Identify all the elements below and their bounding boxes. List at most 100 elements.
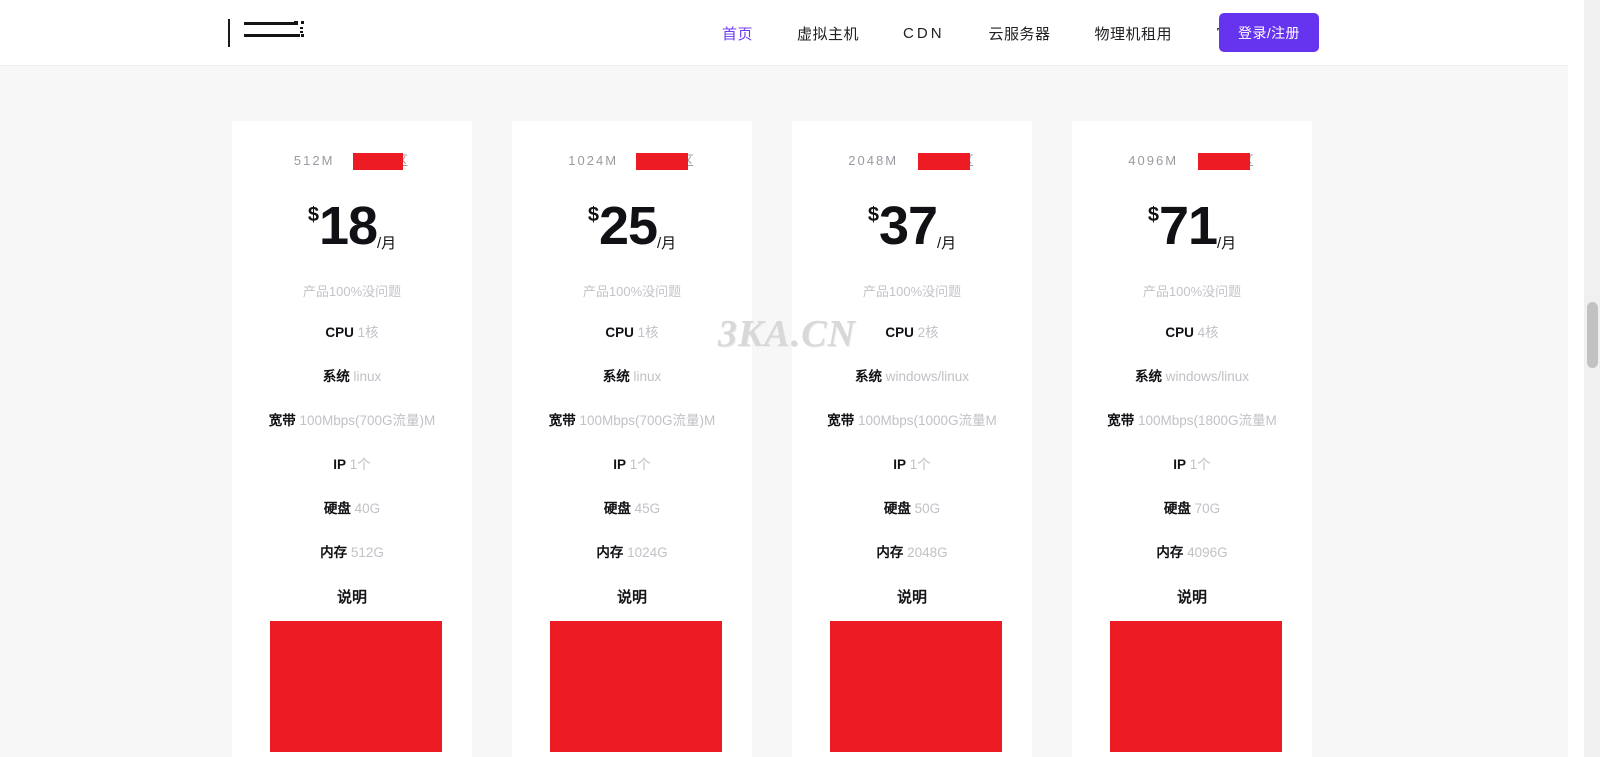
card-description-body: 注意购买前先去后台下单 主机 20 人 [248, 615, 456, 757]
card-spec-row: IP 1个 [1088, 454, 1296, 476]
spec-key: CPU [885, 325, 914, 340]
card-spec-row: 宽带 100Mbps(1000G流量M [808, 410, 1016, 432]
card-spec-row: IP 1个 [248, 454, 456, 476]
site-header: 首页 虚拟主机 CDN 云服务器 物理机租用 官方新闻 登录/注册 [0, 0, 1568, 66]
card-spec-row: IP 1个 [528, 454, 736, 476]
spec-key: CPU [605, 325, 634, 340]
card-spec-row: 系统 windows/linux [808, 366, 1016, 388]
card-spec-row: 宽带 100Mbps(700G流量)M [528, 410, 736, 432]
card-spec-row: CPU 1核 [528, 322, 736, 344]
spec-value: 100Mbps(1800G流量M [1137, 413, 1277, 428]
price-period: /月 [377, 235, 397, 252]
spec-value: 1个 [909, 457, 931, 472]
card-spec-row: CPU 1核 [248, 322, 456, 344]
spec-value: 40G [354, 501, 381, 516]
card-title: 2048MB区 [808, 151, 1016, 171]
card-slogan: 产品100%没问题 [862, 284, 962, 299]
spec-key: IP [1173, 457, 1186, 472]
card-description-body: 注意购买前先去后台下单 主机 20 人 [1088, 615, 1296, 757]
card-spec-row: 系统 linux [248, 366, 456, 388]
card-spec-row: 内存 512G [248, 542, 456, 564]
spec-key: 内存 [1156, 545, 1184, 560]
spec-value: 1核 [357, 325, 379, 340]
card-spec-row: 系统 linux [528, 366, 736, 388]
spec-value: 1024G [627, 545, 668, 560]
page-right-edge [1568, 0, 1584, 757]
card-spec-row: 内存 4096G [1088, 542, 1296, 564]
title-redaction-box [353, 153, 403, 170]
spec-key: 宽带 [827, 413, 855, 428]
card-description-heading: 说明 [336, 589, 367, 606]
card-title-prefix: 1024M [568, 153, 619, 168]
spec-key: 宽带 [548, 413, 576, 428]
spec-key: 内存 [320, 545, 348, 560]
pricing-card[interactable]: 4096MB区 $71/月 产品100%没问题 CPU 4核 系统 window… [1072, 121, 1312, 757]
spec-value: 4核 [1197, 325, 1219, 340]
logo-glyph-icon [244, 18, 306, 48]
spec-key: 系统 [602, 369, 630, 384]
description-redaction-box [1110, 621, 1282, 752]
card-title: 4096MB区 [1088, 151, 1296, 171]
description-redaction-box [270, 621, 442, 752]
spec-value: linux [633, 369, 662, 384]
spec-key: IP [333, 457, 346, 472]
card-spec-list: CPU 4核 系统 windows/linux 宽带 100Mbps(1800G… [1088, 322, 1296, 564]
vertical-scrollbar-thumb[interactable] [1587, 302, 1598, 368]
card-price: $37/月 [808, 199, 1016, 257]
spec-value: 100Mbps(700G流量)M [579, 413, 716, 428]
spec-key: 宽带 [1107, 413, 1135, 428]
pricing-card[interactable]: 1024MB区 $25/月 产品100%没问题 CPU 1核 系统 linux … [512, 121, 752, 757]
nav-item-physical[interactable]: 物理机租用 [1073, 23, 1195, 44]
card-slogan: 产品100%没问题 [302, 284, 402, 299]
spec-value: 1个 [1189, 457, 1211, 472]
pricing-card[interactable]: 2048MB区 $37/月 产品100%没问题 CPU 2核 系统 window… [792, 121, 1032, 757]
card-spec-row: CPU 4核 [1088, 322, 1296, 344]
card-spec-row: 硬盘 40G [248, 498, 456, 520]
spec-value: windows/linux [1165, 369, 1250, 384]
card-description-heading: 说明 [896, 589, 927, 606]
spec-value: 1个 [349, 457, 371, 472]
nav-item-home[interactable]: 首页 [700, 23, 775, 44]
spec-key: CPU [1165, 325, 1194, 340]
card-spec-row: 宽带 100Mbps(700G流量)M [248, 410, 456, 432]
spec-value: 2核 [917, 325, 939, 340]
card-spec-row: 硬盘 50G [808, 498, 1016, 520]
card-title-prefix: 4096M [1128, 153, 1179, 168]
nav-item-vps[interactable]: 虚拟主机 [775, 23, 881, 44]
spec-key: 硬盘 [1163, 501, 1191, 516]
title-redaction-box [636, 153, 688, 170]
spec-key: 系统 [322, 369, 350, 384]
price-amount: 71 [1158, 196, 1218, 256]
spec-key: 硬盘 [603, 501, 631, 516]
card-slogan: 产品100%没问题 [1142, 284, 1242, 299]
title-redaction-box [1198, 153, 1250, 170]
nav-item-cdn[interactable]: CDN [881, 25, 967, 42]
price-currency: $ [867, 204, 879, 226]
card-title: 1024MB区 [528, 151, 736, 171]
spec-value: 50G [914, 501, 941, 516]
card-spec-row: 内存 2048G [808, 542, 1016, 564]
price-amount: 37 [878, 196, 938, 256]
spec-value: linux [353, 369, 382, 384]
price-currency: $ [587, 204, 599, 226]
card-spec-list: CPU 1核 系统 linux 宽带 100Mbps(700G流量)M IP 1… [528, 322, 736, 564]
nav-item-cloud[interactable]: 云服务器 [967, 23, 1073, 44]
price-amount: 18 [318, 196, 378, 256]
spec-value: 1核 [637, 325, 659, 340]
login-register-button[interactable]: 登录/注册 [1219, 13, 1319, 52]
card-spec-row: 硬盘 45G [528, 498, 736, 520]
price-period: /月 [1217, 235, 1237, 252]
spec-value: windows/linux [885, 369, 970, 384]
spec-value: 512G [350, 545, 384, 560]
card-spec-row: IP 1个 [808, 454, 1016, 476]
card-description-heading: 说明 [616, 589, 647, 606]
card-spec-row: 宽带 100Mbps(1800G流量M [1088, 410, 1296, 432]
site-logo[interactable] [228, 16, 306, 50]
price-currency: $ [307, 204, 319, 226]
vertical-scrollbar-track[interactable] [1584, 0, 1600, 757]
description-redaction-box [550, 621, 722, 752]
price-amount: 25 [598, 196, 658, 256]
card-price: $18/月 [248, 199, 456, 257]
pricing-card[interactable]: 512MB区 $18/月 产品100%没问题 CPU 1核 系统 linux 宽… [232, 121, 472, 757]
spec-key: CPU [325, 325, 354, 340]
